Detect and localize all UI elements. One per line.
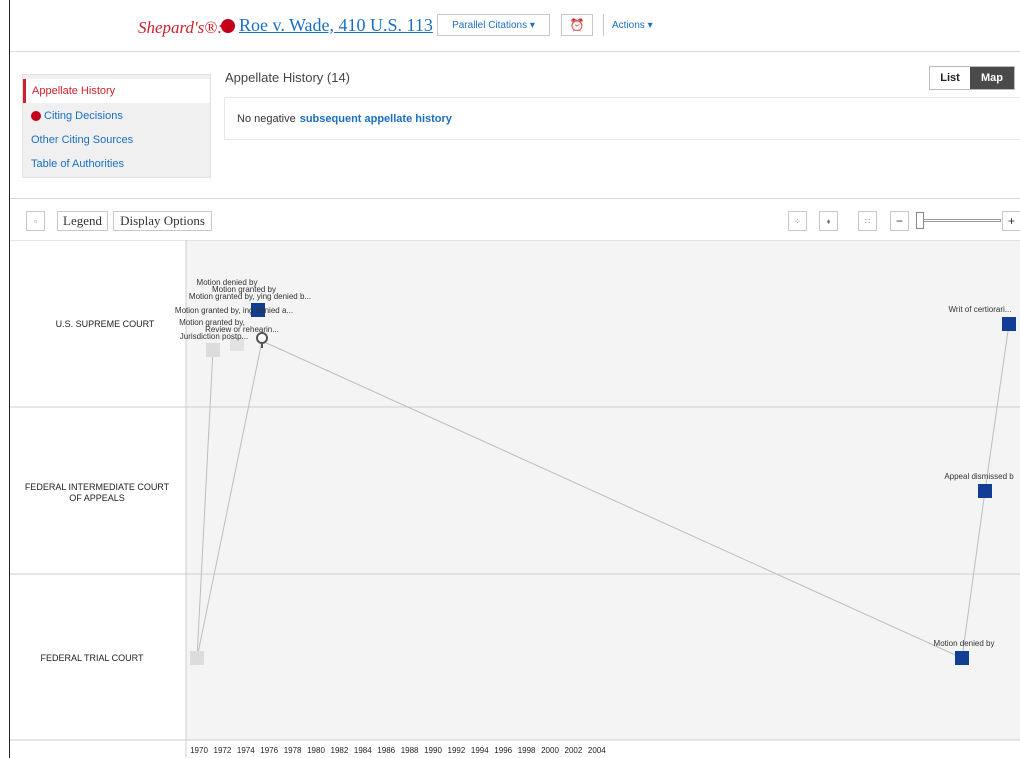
node-label: Writ of certiorari... bbox=[949, 305, 1012, 314]
red-signal-icon bbox=[31, 111, 41, 121]
map-view-button[interactable]: Map bbox=[970, 67, 1014, 89]
year-tick-label: 2002 bbox=[565, 746, 583, 755]
page-icon: ▫ bbox=[34, 216, 37, 226]
alert-button[interactable]: ⏰ bbox=[561, 14, 593, 36]
legend-button[interactable]: Legend bbox=[57, 211, 108, 231]
view-toggle: List Map bbox=[929, 66, 1015, 90]
app-frame: Shepard's®: Roe v. Wade, 410 U.S. 113 Pa… bbox=[9, 0, 1020, 758]
history-summary-box: No negative subsequent appellate history bbox=[224, 97, 1020, 140]
history-node[interactable] bbox=[1002, 317, 1016, 331]
actions-menu[interactable]: Actions ▾ bbox=[603, 14, 653, 36]
year-tick-label: 1976 bbox=[260, 746, 278, 755]
sidebar: Appellate History Citing Decisions Other… bbox=[22, 74, 211, 178]
zoom-out-button[interactable]: − bbox=[890, 211, 909, 231]
history-node[interactable] bbox=[978, 484, 992, 498]
sidebar-item-label: Table of Authorities bbox=[31, 158, 124, 170]
court-label-trial: FEDERAL TRIAL COURT bbox=[40, 653, 144, 663]
no-negative-text: No negative bbox=[237, 112, 296, 125]
case-title-link[interactable]: Roe v. Wade, 410 U.S. 113 bbox=[239, 15, 433, 36]
year-tick-label: 1984 bbox=[354, 746, 372, 755]
year-tick-label: 1974 bbox=[237, 746, 255, 755]
sidebar-item-label: Appellate History bbox=[32, 85, 116, 97]
pin-button[interactable]: ♦ bbox=[819, 211, 838, 231]
court-label-supreme: U.S. SUPREME COURT bbox=[56, 319, 155, 329]
year-tick-label: 1970 bbox=[190, 746, 208, 755]
history-node[interactable] bbox=[206, 343, 220, 357]
year-tick-label: 1978 bbox=[284, 746, 302, 755]
header-bar: Shepard's®: Roe v. Wade, 410 U.S. 113 Pa… bbox=[10, 0, 1020, 52]
sidebar-item-table-of-authorities[interactable]: Table of Authorities bbox=[23, 152, 210, 176]
page-title: Appellate History (14) bbox=[225, 70, 350, 85]
year-tick-label: 1992 bbox=[448, 746, 466, 755]
pin-icon: ♦ bbox=[826, 216, 831, 226]
year-tick-label: 1972 bbox=[214, 746, 232, 755]
history-node[interactable] bbox=[190, 651, 204, 665]
grid-button[interactable]: ∷ bbox=[858, 211, 877, 231]
shepards-label: Shepard's®: bbox=[138, 18, 223, 37]
grid-icon: ∷ bbox=[864, 216, 871, 226]
print-button[interactable]: ▫ bbox=[26, 211, 45, 231]
subsequent-history-link[interactable]: subsequent appellate history bbox=[300, 113, 452, 125]
node-label: Motion denied by bbox=[934, 639, 995, 648]
zoom-slider[interactable] bbox=[921, 219, 1001, 222]
fit-view-button[interactable]: ⁘ bbox=[788, 211, 807, 231]
year-tick-label: 1996 bbox=[494, 746, 512, 755]
node-label: Motion granted by, ing denied a... bbox=[175, 306, 293, 315]
fit-view-icon: ⁘ bbox=[794, 216, 801, 226]
header-divider bbox=[10, 51, 1020, 52]
sidebar-item-other-citing-sources[interactable]: Other Citing Sources bbox=[23, 128, 210, 152]
year-tick-label: 2000 bbox=[541, 746, 559, 755]
year-tick-label: 1980 bbox=[307, 746, 325, 755]
year-tick-label: 1998 bbox=[518, 746, 536, 755]
red-signal-icon bbox=[221, 19, 235, 33]
year-tick-label: 1990 bbox=[424, 746, 442, 755]
sidebar-item-appellate-history[interactable]: Appellate History bbox=[23, 79, 210, 103]
display-options-button[interactable]: Display Options bbox=[113, 211, 212, 231]
node-label: Motion granted by, ying denied b... bbox=[189, 292, 311, 301]
sidebar-item-citing-decisions[interactable]: Citing Decisions bbox=[23, 104, 210, 128]
zoom-in-button[interactable]: + bbox=[1002, 211, 1020, 231]
court-label-intermediate: FEDERAL INTERMEDIATE COURT bbox=[25, 482, 170, 492]
history-node[interactable] bbox=[955, 651, 969, 665]
year-axis: 1970 1972 1974 1976 1978 1980 1982 1984 1986 1988… bbox=[190, 746, 606, 755]
alarm-clock-icon: ⏰ bbox=[569, 18, 585, 32]
sidebar-item-label: Other Citing Sources bbox=[31, 134, 134, 146]
year-tick-label: 1994 bbox=[471, 746, 489, 755]
sidebar-item-label: Citing Decisions bbox=[44, 110, 123, 122]
year-tick-label: 1982 bbox=[331, 746, 349, 755]
list-view-button[interactable]: List bbox=[930, 67, 970, 89]
court-label-intermediate-line2: OF APPEALS bbox=[69, 493, 125, 503]
node-label: Appeal dismissed b bbox=[944, 472, 1014, 481]
section-divider bbox=[10, 198, 1020, 199]
map-plot-area[interactable] bbox=[186, 240, 1020, 740]
appellate-history-map[interactable]: U.S. SUPREME COURT FEDERAL INTERMEDIATE … bbox=[10, 240, 1020, 758]
node-label: Jurisdiction postp... bbox=[180, 332, 248, 341]
parallel-citations-button[interactable]: Parallel Citations ▾ bbox=[437, 14, 550, 36]
year-tick-label: 2004 bbox=[588, 746, 606, 755]
year-tick-label: 1986 bbox=[377, 746, 395, 755]
year-tick-label: 1988 bbox=[401, 746, 419, 755]
zoom-slider-handle[interactable] bbox=[916, 212, 924, 229]
